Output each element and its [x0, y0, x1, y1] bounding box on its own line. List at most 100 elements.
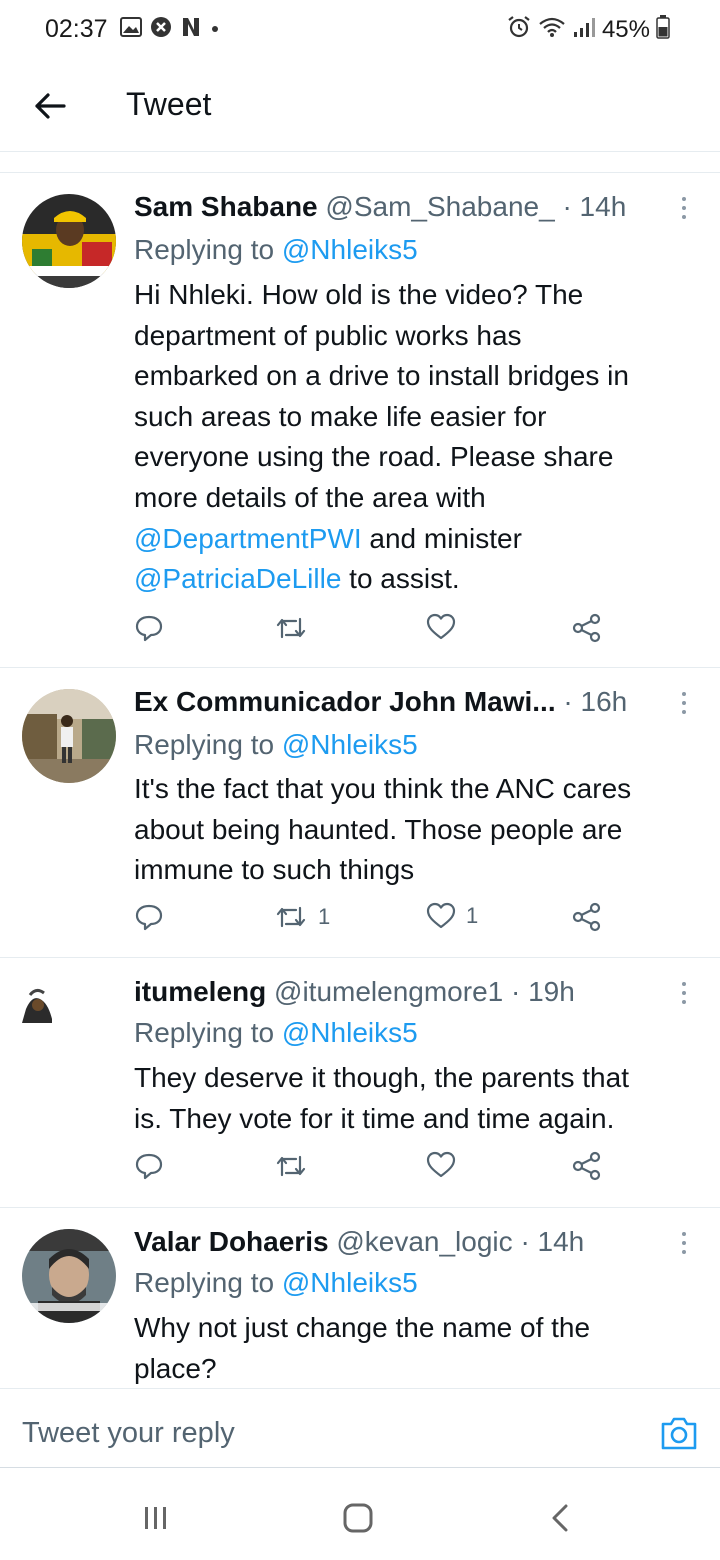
body-line: immune to such things: [134, 854, 415, 886]
battery-percent: 45%: [601, 15, 650, 43]
avatar[interactable]: [22, 1229, 116, 1323]
reply-button[interactable]: [134, 1151, 164, 1181]
retweet-button[interactable]: [274, 613, 308, 643]
replying-prefix: Replying to: [134, 729, 275, 760]
body-line: embarked on a drive to install bridges i…: [134, 360, 629, 392]
body-line: Why not just change the name of the: [134, 1312, 591, 1343]
retweet-icon: [276, 906, 306, 928]
tweet-time: · 14h: [562, 191, 627, 222]
share-button[interactable]: [572, 613, 602, 643]
like-button[interactable]: 1: [426, 902, 478, 930]
share-icon: [572, 902, 601, 932]
signal-icon: [572, 16, 596, 43]
author-name[interactable]: Ex Communicador John Mawi...: [134, 686, 556, 717]
reply-icon: [135, 1153, 163, 1180]
tweet-time: · 16h: [563, 686, 628, 717]
tweet-body: Why not just change the name of the plac…: [134, 1308, 690, 1388]
body-line: department of public works has: [134, 319, 522, 351]
author-name[interactable]: Valar Dohaeris: [134, 1226, 329, 1257]
author-handle[interactable]: @itumelengmore1: [274, 976, 503, 1007]
mention-link[interactable]: @DepartmentPWI: [134, 523, 362, 554]
reply-composer[interactable]: Tweet your reply: [0, 1388, 720, 1468]
reply-input[interactable]: Tweet your reply: [22, 1417, 235, 1450]
tweet-body: Hi Nhleki. How old is the video? The dep…: [134, 275, 690, 600]
replying-to: Replying to @Nhleiks5: [134, 728, 418, 762]
replying-to: Replying to @Nhleiks5: [134, 233, 418, 267]
replying-handle-link[interactable]: @Nhleiks5: [282, 729, 418, 760]
more-options-button[interactable]: [674, 193, 694, 223]
recents-button[interactable]: [136, 1500, 176, 1536]
body-text: and minister: [361, 522, 522, 554]
wifi-icon: [538, 16, 566, 43]
share-button[interactable]: [572, 1151, 602, 1181]
reply-button[interactable]: [134, 613, 164, 643]
replying-to: Replying to @Nhleiks5: [134, 1266, 418, 1300]
author-handle[interactable]: @kevan_logic: [336, 1226, 512, 1257]
body-text: to assist.: [341, 563, 460, 595]
tweet-item[interactable]: itumeleng @itumelengmore1 · 19h Replying…: [0, 958, 720, 1208]
tweet-actions: 1 1: [134, 902, 614, 942]
retweet-icon: [276, 617, 306, 639]
more-options-button[interactable]: [674, 688, 694, 718]
heart-icon: [426, 902, 456, 929]
page-title: Tweet: [126, 86, 212, 122]
body-line: @DepartmentPWI and minister: [134, 519, 690, 560]
avatar[interactable]: [22, 689, 116, 783]
tweet-item[interactable]: Sam Shabane @Sam_Shabane_ · 14h Replying…: [0, 173, 720, 668]
body-line: everyone using the road. Please share: [134, 441, 614, 473]
nav-back-button[interactable]: [540, 1500, 580, 1536]
reply-icon: [135, 615, 163, 642]
tweet-header: itumeleng @itumelengmore1 · 19h: [134, 975, 670, 1009]
body-line: is. They vote for it time and time again…: [134, 1102, 615, 1134]
more-options-button[interactable]: [674, 1228, 694, 1258]
mention-link[interactable]: @PatriciaDeLille: [134, 563, 341, 594]
replying-handle-link[interactable]: @Nhleiks5: [282, 1267, 418, 1298]
camera-button[interactable]: [660, 1415, 698, 1451]
app-header: Tweet: [0, 62, 720, 152]
author-name[interactable]: Sam Shabane: [134, 191, 318, 222]
netflix-icon: [180, 16, 202, 43]
tweet-actions: [134, 613, 614, 653]
gallery-icon: [120, 17, 142, 42]
share-button[interactable]: [572, 902, 602, 932]
avatar[interactable]: [16, 979, 60, 1023]
tweet-header: Ex Communicador John Mawi... · 16h: [134, 685, 670, 719]
reply-button[interactable]: [134, 902, 164, 932]
body-line: place?: [134, 1352, 217, 1384]
tweet-actions: [134, 1151, 614, 1191]
replying-handle-link[interactable]: @Nhleiks5: [282, 1017, 418, 1048]
retweet-button[interactable]: [274, 1151, 308, 1181]
body-line: such areas to make life easier for: [134, 400, 547, 432]
avatar[interactable]: [22, 194, 116, 288]
body-line: about being haunted. Those people are: [134, 813, 623, 845]
back-button[interactable]: [30, 84, 70, 128]
arrow-left-icon: [35, 93, 66, 119]
author-name[interactable]: itumeleng: [134, 976, 266, 1007]
retweet-button[interactable]: 1: [274, 902, 330, 932]
home-button[interactable]: [338, 1500, 378, 1536]
tweet-item[interactable]: Ex Communicador John Mawi... · 16h Reply…: [0, 668, 720, 958]
tweet-item[interactable]: Valar Dohaeris @kevan_logic · 14h Replyi…: [0, 1208, 720, 1388]
replying-to: Replying to @Nhleiks5: [134, 1016, 418, 1050]
body-line: more details of the area with: [134, 481, 486, 513]
body-line: They deserve it though, the parents that: [134, 1062, 629, 1093]
like-button[interactable]: [426, 1151, 456, 1179]
body-line: @PatriciaDeLille to assist.: [134, 559, 690, 600]
heart-icon: [426, 1151, 456, 1178]
tweet-header: Sam Shabane @Sam_Shabane_ · 14h: [134, 190, 670, 224]
camera-icon: [661, 1417, 697, 1450]
replying-prefix: Replying to: [134, 1267, 275, 1298]
like-count: 1: [466, 903, 479, 928]
replying-prefix: Replying to: [134, 1017, 275, 1048]
replying-handle-link[interactable]: @Nhleiks5: [282, 234, 418, 265]
recents-icon: [145, 1507, 166, 1529]
tweet-header: Valar Dohaeris @kevan_logic · 14h: [134, 1225, 670, 1259]
author-handle[interactable]: @Sam_Shabane_: [325, 191, 554, 222]
share-icon: [572, 1151, 601, 1181]
alarm-icon: [506, 15, 532, 44]
retweet-icon: [276, 1155, 306, 1177]
more-options-button[interactable]: [674, 978, 694, 1008]
tweet-body: It's the fact that you think the ANC car…: [134, 769, 690, 891]
like-button[interactable]: [426, 613, 456, 641]
status-notification-icons: [120, 16, 220, 43]
